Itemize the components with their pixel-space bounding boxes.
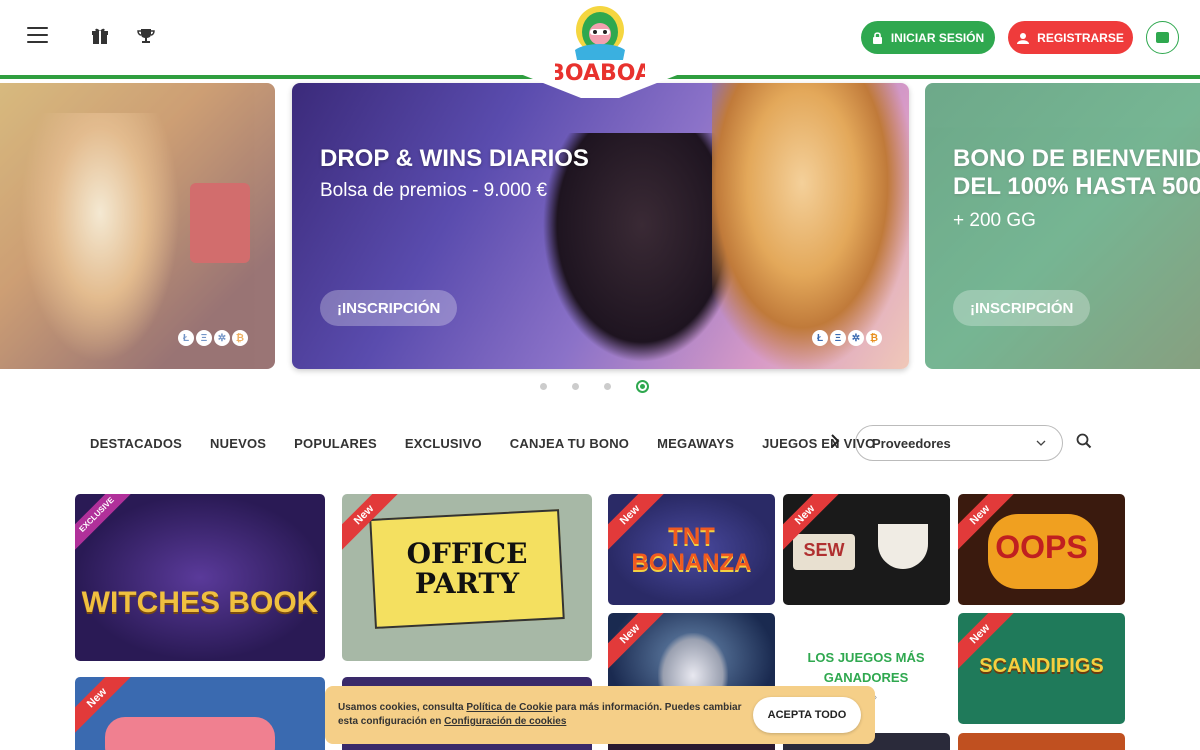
bitcoin-icon: ₿ xyxy=(232,330,248,346)
ethereum-icon: Ξ xyxy=(196,330,212,346)
register-label: REGISTRARSE xyxy=(1037,30,1124,45)
cookie-policy-link[interactable]: Política de Cookie xyxy=(466,702,552,713)
register-button[interactable]: REGISTRARSE xyxy=(1008,21,1133,54)
crypto-icons: Ł Ξ ✲ ₿ xyxy=(812,330,882,346)
tab-exclusivo[interactable]: EXCLUSIVO xyxy=(405,436,482,451)
bitcoin-icon: ₿ xyxy=(866,330,882,346)
slide-title: DROP & WINS DIARIOS xyxy=(320,145,589,172)
game-tile[interactable]: New OOPS xyxy=(958,494,1125,605)
teacup-art xyxy=(878,524,928,569)
chat-icon xyxy=(1156,32,1169,43)
logo-image: BOABOA xyxy=(555,6,645,86)
slide-title: BONO DE BIENVENIDA DEL 100% HASTA 500 xyxy=(953,145,1200,201)
slide-title-line1: BONO DE BIENVENIDA xyxy=(953,145,1200,172)
promo-slide-prev[interactable]: Ł Ξ ✲ ₿ xyxy=(0,83,275,369)
game-title: SCANDIPIGS xyxy=(979,655,1104,677)
game-tile[interactable]: New OFFICE PARTY xyxy=(342,494,592,661)
tab-canjea-tu-bono[interactable]: CANJEA TU BONO xyxy=(510,436,629,451)
game-tile[interactable] xyxy=(958,733,1125,750)
carousel-dot[interactable] xyxy=(604,383,611,390)
litecoin-icon: Ł xyxy=(812,330,828,346)
carousel-dot[interactable] xyxy=(540,383,547,390)
promo-slide-next[interactable]: BONO DE BIENVENIDA DEL 100% HASTA 500 + … xyxy=(925,83,1200,369)
slide-art xyxy=(20,113,180,363)
menu-icon[interactable] xyxy=(27,27,48,43)
chevron-right-icon[interactable] xyxy=(830,433,840,454)
litecoin-icon: Ł xyxy=(178,330,194,346)
game-title: SEW xyxy=(803,540,845,560)
chevron-down-icon xyxy=(1036,440,1046,446)
cookie-banner: Usamos cookies, consulta Política de Coo… xyxy=(325,686,875,744)
providers-select[interactable]: Proveedores xyxy=(855,425,1063,461)
carousel-dot[interactable] xyxy=(572,383,579,390)
game-tile[interactable]: New xyxy=(75,677,325,750)
tab-megaways[interactable]: MEGAWAYS xyxy=(657,436,734,451)
game-title: TNT BONANZA xyxy=(631,523,752,576)
lady-art xyxy=(712,83,909,369)
logo[interactable]: BOABOA xyxy=(505,0,695,100)
ripple-icon: ✲ xyxy=(214,330,230,346)
ethereum-icon: Ξ xyxy=(830,330,846,346)
promo-slide-active[interactable]: DROP & WINS DIARIOS Bolsa de premios - 9… xyxy=(292,83,909,369)
trophy-icon[interactable] xyxy=(136,27,156,47)
signup-button[interactable]: ¡INSCRIPCIÓN xyxy=(320,290,458,326)
tab-destacados[interactable]: DESTACADOS xyxy=(90,436,182,451)
carousel-dots xyxy=(540,380,649,393)
signup-button[interactable]: ¡INSCRIPCIÓN xyxy=(953,290,1091,326)
page: INICIAR SESIÓN REGISTRARSE BOABOA Ł Ξ ✲ … xyxy=(0,0,1200,750)
gift-icon[interactable] xyxy=(90,27,110,47)
search-icon[interactable] xyxy=(1076,433,1094,451)
game-art xyxy=(105,717,275,750)
new-badge: New xyxy=(608,613,665,669)
promo-carousel[interactable]: Ł Ξ ✲ ₿ DROP & WINS DIARIOS Bolsa de pre… xyxy=(0,80,1200,400)
chat-button[interactable] xyxy=(1146,21,1179,54)
carousel-dot-active[interactable] xyxy=(636,380,649,393)
game-tile[interactable]: New SCANDIPIGS xyxy=(958,613,1125,724)
category-nav: DESTACADOS NUEVOS POPULARES EXCLUSIVO CA… xyxy=(90,436,875,451)
exclusive-badge: EXCLUSIVE xyxy=(75,494,132,550)
mascot-art xyxy=(190,183,250,263)
lock-icon xyxy=(872,32,882,44)
tab-nuevos[interactable]: NUEVOS xyxy=(210,436,266,451)
game-tile[interactable]: New SEW xyxy=(783,494,950,605)
providers-selected: Proveedores xyxy=(872,435,951,451)
cookie-text-part: Usamos cookies, consulta xyxy=(338,702,467,713)
tab-populares[interactable]: POPULARES xyxy=(294,436,377,451)
game-tile[interactable]: New TNT BONANZA xyxy=(608,494,775,605)
crypto-icons: Ł Ξ ✲ ₿ xyxy=(178,330,248,346)
login-label: INICIAR SESIÓN xyxy=(890,30,985,45)
slide-subtitle: Bolsa de premios - 9.000 € xyxy=(320,180,548,201)
cookie-text: Usamos cookies, consulta Política de Coo… xyxy=(338,701,748,729)
svg-text:BOABOA: BOABOA xyxy=(555,61,645,86)
top-winners-title: LOS JUEGOS MÁS GANADORES xyxy=(807,650,925,685)
login-button[interactable]: INICIAR SESIÓN xyxy=(861,21,995,54)
slide-title-line2: DEL 100% HASTA 500 xyxy=(953,173,1200,200)
game-title: WITCHES BOOK xyxy=(81,586,319,619)
game-tile[interactable]: EXCLUSIVE WITCHES BOOK xyxy=(75,494,325,661)
ripple-icon: ✲ xyxy=(848,330,864,346)
slide-subtitle: + 200 GG xyxy=(953,210,1036,231)
cookie-settings-link[interactable]: Configuración de cookies xyxy=(444,716,566,727)
game-title: OFFICE PARTY xyxy=(406,537,528,600)
user-icon xyxy=(1017,32,1030,44)
accept-all-button[interactable]: ACEPTA TODO xyxy=(753,697,861,733)
game-title: OOPS xyxy=(995,529,1088,565)
